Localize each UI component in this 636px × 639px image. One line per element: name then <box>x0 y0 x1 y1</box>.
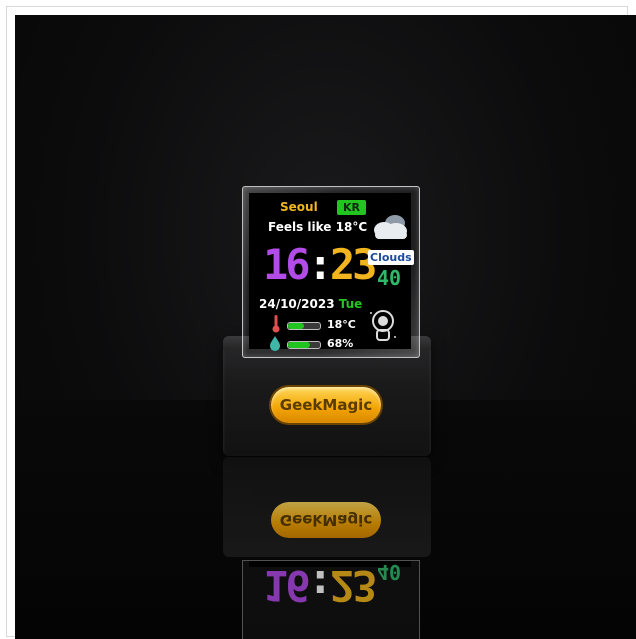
reflection-condition-value: 40 <box>377 560 402 584</box>
reflection-minutes: 23 <box>329 561 375 610</box>
reflection-screen-content: 16:23 40 24/10/2023 Tue 18°C <box>249 560 411 639</box>
reflection-badge: GeekMagic <box>271 502 381 538</box>
glass-cube: Seoul KR Feels like 18°C 16:23 Clouds 40… <box>242 186 420 358</box>
date-line: 24/10/2023 Tue <box>259 297 362 311</box>
clock-colon: : <box>307 240 333 289</box>
product-photo: GeekMagic Seoul KR Feels like 18°C 16:23… <box>15 15 636 639</box>
temperature-bar-fill <box>288 323 304 329</box>
temperature-bar <box>287 322 321 330</box>
brand-badge: GeekMagic <box>271 387 381 423</box>
temperature-value: 18°C <box>327 318 356 331</box>
thermometer-icon <box>272 315 280 333</box>
device-screen: Seoul KR Feels like 18°C 16:23 Clouds 40… <box>249 193 414 351</box>
clock-hours: 16 <box>263 240 311 289</box>
reflection-colon: : <box>307 561 330 610</box>
device-reflection: GeekMagic 16:23 40 24/10/2023 Tue 18°C <box>15 445 636 639</box>
humidity-value: 68% <box>327 337 354 350</box>
water-drop-icon <box>270 336 280 351</box>
condition-value: 40 <box>377 266 402 290</box>
cloud-icon <box>374 215 407 239</box>
reflection-cube: 16:23 40 24/10/2023 Tue 18°C <box>242 560 420 639</box>
country-badge: KR <box>337 200 366 215</box>
humidity-bar-fill <box>288 342 310 348</box>
city-label: Seoul <box>280 200 318 214</box>
reflection-screen: 16:23 40 24/10/2023 Tue 18°C <box>249 561 411 610</box>
weather-condition: Clouds <box>368 250 414 265</box>
date-text: 24/10/2023 <box>259 297 335 311</box>
weekday-text: Tue <box>338 297 363 311</box>
reflection-clock: 16:23 <box>263 561 375 610</box>
clock-time: 16:23 <box>263 240 377 289</box>
reflection-hours: 16 <box>263 561 308 610</box>
humidity-bar <box>287 341 321 349</box>
feels-like-text: Feels like 18°C <box>268 220 368 234</box>
astronaut-icon <box>370 310 396 341</box>
